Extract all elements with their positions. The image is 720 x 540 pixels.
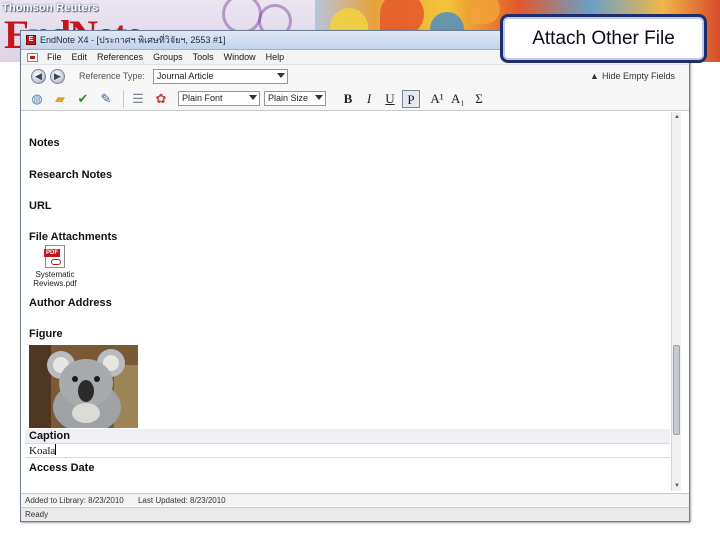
font-select[interactable]: Plain Font — [178, 91, 260, 106]
menu-groups[interactable]: Groups — [148, 52, 188, 62]
document-lines-icon[interactable]: ☰ — [128, 89, 148, 109]
chevron-down-icon — [276, 72, 285, 78]
pdf-file-icon: PDF — [44, 245, 65, 268]
reference-type-select[interactable]: Journal Article — [152, 68, 288, 84]
plain-button[interactable]: P — [402, 89, 420, 108]
reference-fields-panel: Notes Research Notes URL File Attachment… — [21, 112, 681, 491]
callout-box: Attach Other File — [500, 14, 707, 63]
acrobat-mark-icon — [51, 259, 61, 265]
url-label: URL — [29, 200, 52, 212]
caption-value: Koala — [29, 445, 56, 457]
hide-empty-fields-label: Hide Empty Fields — [601, 71, 675, 81]
pdf-tag: PDF — [44, 249, 60, 257]
checklist-icon[interactable]: ✔ — [73, 89, 93, 109]
reference-type-label: Reference Type: — [79, 71, 145, 81]
status-bar: Ready — [21, 507, 689, 521]
scroll-down-icon[interactable]: ▼ — [674, 483, 680, 489]
document-menu-icon[interactable] — [27, 52, 38, 62]
author-address-label: Author Address — [29, 297, 112, 309]
arrow-right-icon: ▶ — [54, 70, 61, 81]
record-dates-bar: Added to Library: 8/23/2010 Last Updated… — [21, 493, 689, 506]
attachment-name-line2: Reviews.pdf — [33, 279, 77, 288]
attach-file-icon[interactable]: ✿ — [151, 89, 171, 109]
symbol-button[interactable]: Σ — [470, 90, 488, 108]
caption-label: Caption — [29, 430, 70, 442]
underline-button[interactable]: U — [381, 90, 399, 108]
menu-window[interactable]: Window — [219, 52, 261, 62]
menu-references[interactable]: References — [92, 52, 148, 62]
scroll-thumb[interactable] — [673, 345, 680, 435]
bold-button[interactable]: B — [339, 90, 357, 108]
caption-field[interactable]: Koala — [25, 443, 670, 458]
callout-text: Attach Other File — [532, 28, 675, 49]
figure-label: Figure — [29, 328, 63, 340]
globe-icon[interactable]: ◍ — [27, 89, 47, 109]
koala-figure-image[interactable] — [29, 345, 138, 428]
reference-type-value: Journal Article — [156, 70, 214, 81]
menu-file[interactable]: File — [42, 52, 67, 62]
caption-label-band — [25, 429, 670, 443]
status-text: Ready — [25, 510, 49, 519]
size-select[interactable]: Plain Size — [264, 91, 326, 106]
menu-edit[interactable]: Edit — [67, 52, 93, 62]
record-toolbar: ◍ ▰ ✔ ✎ ☰ ✿ Plain Font Plain Size B I U … — [21, 87, 689, 111]
vertical-scrollbar[interactable]: ▲ ▼ — [671, 112, 681, 491]
size-value: Plain Size — [268, 93, 309, 103]
scroll-up-icon[interactable]: ▲ — [674, 114, 680, 120]
subscript-button[interactable]: A₁ — [449, 90, 467, 108]
research-notes-label: Research Notes — [29, 169, 113, 181]
endnote-window: E EndNote X4 - [ประกาศฯ พิเศษที่วิจัยฯ, … — [20, 30, 690, 522]
access-date-label: Access Date — [29, 462, 95, 474]
chevron-down-icon — [315, 95, 323, 100]
menu-tools[interactable]: Tools — [188, 52, 219, 62]
last-updated: Last Updated: 8/23/2010 — [137, 496, 226, 505]
arrow-up-icon: ▲ — [590, 71, 599, 81]
slide: Thomson Reuters EndNote E EndNote X4 - [… — [0, 0, 720, 540]
font-value: Plain Font — [182, 93, 223, 103]
pdf-attachment[interactable]: PDF Systematic Reviews.pdf — [33, 245, 77, 288]
folder-open-icon[interactable]: ▰ — [50, 89, 70, 109]
endnote-app-icon: E — [26, 35, 36, 45]
toolbar-separator — [123, 89, 124, 108]
text-cursor — [55, 444, 57, 455]
italic-button[interactable]: I — [360, 90, 378, 108]
banner-flower-decoration — [470, 0, 500, 24]
chevron-down-icon — [249, 95, 257, 100]
menu-help[interactable]: Help — [261, 52, 290, 62]
notes-label: Notes — [29, 137, 60, 149]
added-to-library: Added to Library: 8/23/2010 — [25, 496, 124, 505]
forward-button[interactable]: ▶ — [50, 68, 65, 84]
arrow-left-icon: ◀ — [35, 70, 42, 81]
koala-illustration — [29, 345, 138, 428]
hide-empty-fields-button[interactable]: ▲ Hide Empty Fields — [590, 71, 675, 81]
back-button[interactable]: ◀ — [31, 68, 46, 84]
reference-type-row: ◀ ▶ Reference Type: Journal Article ▲ Hi… — [21, 65, 689, 87]
pushpin-icon[interactable]: ✎ — [96, 89, 116, 109]
file-attachments-label: File Attachments — [29, 231, 118, 243]
superscript-button[interactable]: A¹ — [428, 90, 446, 108]
window-title: EndNote X4 - [ประกาศฯ พิเศษที่วิจัยฯ, 25… — [40, 35, 226, 45]
attachment-name-line1: Systematic — [35, 270, 75, 279]
